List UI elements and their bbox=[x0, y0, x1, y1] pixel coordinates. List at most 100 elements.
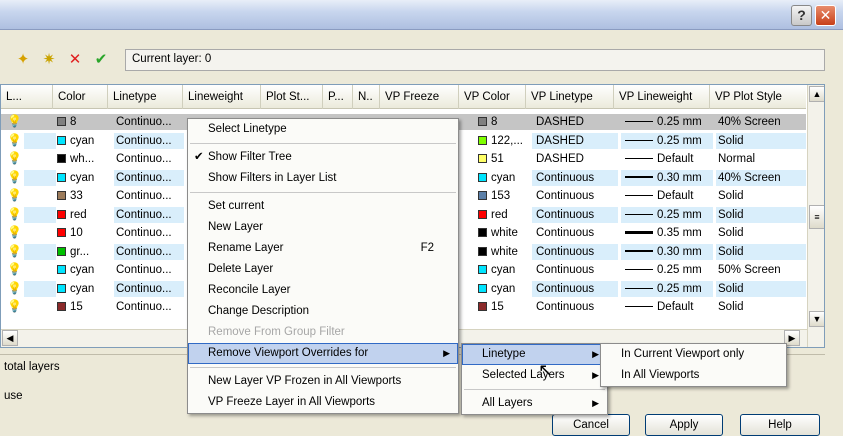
vp-lineweight-cell[interactable]: 0.30 mm bbox=[621, 169, 713, 186]
linetype-cell[interactable]: Continuo... bbox=[114, 225, 184, 241]
color-cell[interactable]: cyan bbox=[57, 281, 109, 297]
vp-plot-style-cell[interactable]: Solid bbox=[716, 280, 806, 297]
menu-item[interactable]: Show Filters in Layer List bbox=[188, 168, 458, 189]
col-header-linetype[interactable]: Linetype bbox=[108, 85, 183, 109]
col-header-layer[interactable]: L... bbox=[1, 85, 53, 109]
vp-linetype-cell[interactable]: Continuous bbox=[532, 280, 618, 297]
layer-plot-icon[interactable] bbox=[24, 132, 56, 149]
apply-button[interactable]: Apply bbox=[645, 414, 723, 436]
vp-linetype-cell[interactable]: Continuous bbox=[532, 243, 618, 260]
layer-plot-icon[interactable] bbox=[24, 206, 56, 223]
color-cell[interactable]: 33 bbox=[57, 188, 109, 204]
remove-overrides-submenu[interactable]: Linetype ▶ Selected Layers ▶ All Layers ▶ bbox=[461, 343, 608, 415]
scroll-up-icon[interactable]: ▲ bbox=[809, 86, 824, 102]
menu-item[interactable]: Change Description bbox=[188, 301, 458, 322]
menu-item[interactable]: All Layers ▶ bbox=[462, 393, 607, 414]
vp-color-cell[interactable]: cyan bbox=[466, 170, 530, 186]
vp-lineweight-cell[interactable]: Default bbox=[621, 299, 713, 315]
vp-color-cell[interactable]: white bbox=[466, 244, 530, 260]
linetype-cell[interactable]: Continuo... bbox=[114, 132, 184, 149]
linetype-cell[interactable]: Continuo... bbox=[114, 262, 184, 278]
color-cell[interactable]: cyan bbox=[57, 262, 109, 278]
col-header-vp-plot-style[interactable]: VP Plot Style bbox=[710, 85, 806, 109]
vp-plot-style-cell[interactable]: Normal bbox=[716, 151, 806, 167]
vp-linetype-cell[interactable]: Continuous bbox=[532, 299, 618, 315]
layer-plot-icon[interactable] bbox=[24, 243, 56, 260]
menu-item[interactable]: Set current bbox=[188, 196, 458, 217]
linetype-cell[interactable]: Continuo... bbox=[114, 243, 184, 260]
color-cell[interactable]: cyan bbox=[57, 170, 109, 186]
menu-item[interactable]: VP Freeze Layer in All Viewports bbox=[188, 392, 458, 413]
new-layer-icon[interactable]: ✦ bbox=[14, 52, 32, 68]
vp-color-cell[interactable]: 122,... bbox=[466, 133, 530, 149]
menu-item[interactable]: Remove Viewport Overrides for ▶ bbox=[188, 343, 458, 364]
vp-linetype-cell[interactable]: Continuous bbox=[532, 206, 618, 223]
layer-on-icon[interactable]: 💡 bbox=[7, 170, 22, 184]
close-icon[interactable]: ✕ bbox=[815, 5, 836, 26]
menu-item[interactable]: Reconcile Layer bbox=[188, 280, 458, 301]
col-header-color[interactable]: Color bbox=[53, 85, 108, 109]
vp-color-cell[interactable]: 8 bbox=[466, 114, 530, 130]
vp-color-cell[interactable]: 15 bbox=[466, 299, 530, 315]
linetype-cell[interactable]: Continuo... bbox=[114, 188, 184, 204]
vp-plot-style-cell[interactable]: Solid bbox=[716, 188, 806, 204]
layer-plot-icon[interactable] bbox=[24, 280, 56, 297]
vp-lineweight-cell[interactable]: 0.25 mm bbox=[621, 280, 713, 297]
menu-item[interactable]: In All Viewports bbox=[601, 365, 786, 386]
layer-context-menu[interactable]: Select Linetype ✔ Show Filter Tree Show Fil… bbox=[187, 118, 459, 414]
vp-color-cell[interactable]: white bbox=[466, 225, 530, 241]
vp-plot-style-cell[interactable]: 50% Screen bbox=[716, 262, 806, 278]
layer-on-icon[interactable]: 💡 bbox=[7, 133, 22, 147]
color-cell[interactable]: gr... bbox=[57, 244, 109, 260]
help-icon[interactable]: ? bbox=[791, 5, 812, 26]
set-current-icon[interactable]: ✔ bbox=[92, 52, 110, 68]
menu-item[interactable]: Rename Layer F2 bbox=[188, 238, 458, 259]
vp-color-cell[interactable]: 153 bbox=[466, 188, 530, 204]
cancel-button[interactable]: Cancel bbox=[552, 414, 630, 436]
vp-linetype-cell[interactable]: Continuous bbox=[532, 169, 618, 186]
color-cell[interactable]: 8 bbox=[57, 114, 109, 130]
layer-plot-icon[interactable] bbox=[24, 262, 56, 278]
vp-linetype-cell[interactable]: Continuous bbox=[532, 225, 618, 241]
menu-item[interactable]: Selected Layers ▶ bbox=[462, 365, 607, 386]
layer-plot-icon[interactable] bbox=[24, 114, 56, 130]
col-header-vp-linetype[interactable]: VP Linetype bbox=[526, 85, 614, 109]
menu-item[interactable]: New Layer VP Frozen in All Viewports bbox=[188, 371, 458, 392]
color-cell[interactable]: red bbox=[57, 207, 109, 223]
scroll-down-icon[interactable]: ▼ bbox=[809, 311, 824, 327]
vp-plot-style-cell[interactable]: Solid bbox=[716, 206, 806, 223]
layer-plot-icon[interactable] bbox=[24, 188, 56, 204]
vp-linetype-cell[interactable]: DASHED bbox=[532, 114, 618, 130]
menu-item[interactable]: New Layer bbox=[188, 217, 458, 238]
scroll-left-icon[interactable]: ◀ bbox=[2, 330, 18, 346]
vp-plot-style-cell[interactable]: 40% Screen bbox=[716, 169, 806, 186]
col-header-plot[interactable]: P... bbox=[323, 85, 353, 109]
layer-on-icon[interactable]: 💡 bbox=[7, 115, 22, 128]
vp-plot-style-cell[interactable]: Solid bbox=[716, 225, 806, 241]
help-button[interactable]: Help bbox=[740, 414, 820, 436]
menu-item[interactable]: In Current Viewport only bbox=[601, 344, 786, 365]
vp-color-cell[interactable]: cyan bbox=[466, 262, 530, 278]
col-header-lineweight[interactable]: Lineweight bbox=[183, 85, 261, 109]
vp-plot-style-cell[interactable]: Solid bbox=[716, 243, 806, 260]
menu-item[interactable]: Select Linetype bbox=[188, 119, 458, 140]
vp-linetype-cell[interactable]: DASHED bbox=[532, 151, 618, 167]
color-cell[interactable]: wh... bbox=[57, 151, 109, 167]
vp-color-cell[interactable]: 51 bbox=[466, 151, 530, 167]
vp-lineweight-cell[interactable]: 0.35 mm bbox=[621, 225, 713, 241]
layer-on-icon[interactable]: 💡 bbox=[7, 207, 22, 221]
vp-linetype-cell[interactable]: DASHED bbox=[532, 132, 618, 149]
vp-lineweight-cell[interactable]: 0.25 mm bbox=[621, 132, 713, 149]
layer-on-icon[interactable]: 💡 bbox=[7, 244, 22, 258]
vp-plot-style-cell[interactable]: 40% Screen bbox=[716, 114, 806, 130]
layer-on-icon[interactable]: 💡 bbox=[7, 226, 22, 239]
layer-on-icon[interactable]: 💡 bbox=[7, 300, 22, 313]
vp-linetype-cell[interactable]: Continuous bbox=[532, 262, 618, 278]
linetype-cell[interactable]: Continuo... bbox=[114, 151, 184, 167]
new-vp-frozen-layer-icon[interactable]: ✷ bbox=[40, 52, 58, 68]
layer-on-icon[interactable]: 💡 bbox=[7, 152, 22, 165]
layer-on-icon[interactable]: 💡 bbox=[7, 281, 22, 295]
linetype-cell[interactable]: Continuo... bbox=[114, 299, 184, 315]
col-header-vp-color[interactable]: VP Color bbox=[459, 85, 526, 109]
menu-item[interactable]: Delete Layer bbox=[188, 259, 458, 280]
